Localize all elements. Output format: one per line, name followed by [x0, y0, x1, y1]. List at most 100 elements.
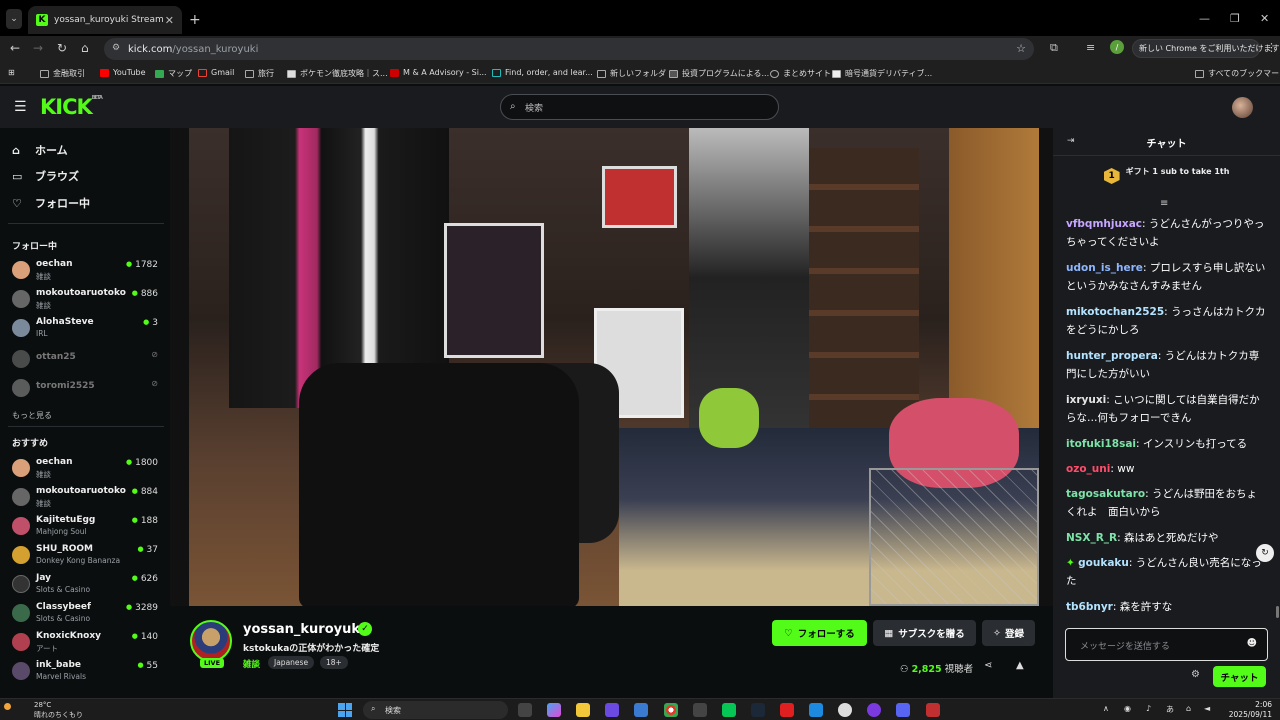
hamburger-menu-icon[interactable]: ☰ [14, 99, 27, 115]
gift-leaderboard[interactable]: 1 ギフト 1 sub to take 1th [1053, 166, 1280, 188]
bookmark-item[interactable]: まとめサイト [770, 68, 831, 79]
bookmark-item[interactable]: Gmail [198, 68, 234, 77]
tray-chevron-icon[interactable]: ∧ [1103, 704, 1109, 713]
kick-logo[interactable]: KICKBETA [40, 95, 103, 119]
bookmark-item[interactable]: 旅行 [245, 68, 274, 79]
new-tab-plus-icon[interactable]: + [189, 12, 201, 28]
recommended-channel[interactable]: KajitetuEggMahjong Soul188 [12, 514, 162, 540]
apps-grid-icon[interactable]: ⊞ [8, 68, 15, 77]
chrome-update-button[interactable]: 新しい Chrome をご利用いただけます [1132, 39, 1279, 58]
volume-icon[interactable]: ◄ [1204, 704, 1210, 713]
sidebar-nav-browse[interactable]: ▭ ブラウズ [12, 168, 79, 184]
youtube-app-icon[interactable] [780, 703, 794, 717]
minimize-icon[interactable]: — [1199, 12, 1210, 25]
user-avatar[interactable] [1232, 97, 1253, 118]
recommended-channel[interactable]: JaySlots & Casino626 [12, 572, 162, 598]
app-icon[interactable] [926, 703, 940, 717]
mail-icon[interactable] [634, 703, 648, 717]
search-input[interactable]: ⌕ 検索 [500, 94, 779, 120]
bookmark-item[interactable]: マップ [155, 68, 192, 79]
tab-search-button[interactable]: ⌄ [6, 9, 22, 29]
gift-sub-button[interactable]: ▦ サブスクを贈る [873, 620, 976, 646]
calculator-icon[interactable] [693, 703, 707, 717]
bookmark-item[interactable]: 暗号通貨デリバティブ... [832, 68, 932, 79]
recommended-channel[interactable]: SHU_ROOMDonkey Kong Bananza37 [12, 543, 162, 569]
recommended-channel[interactable]: mokoutoaruotoko雑談884 [12, 485, 162, 511]
scene-poster [444, 223, 544, 358]
bookmark-item[interactable]: ポケモン徹底攻略｜ス... [287, 68, 388, 79]
taskbar-clock[interactable]: 2:06 2025/09/11 [1222, 700, 1272, 720]
report-warning-icon[interactable]: ▲ [1016, 660, 1024, 671]
recommended-channel[interactable]: ClassybeefSlots & Casino3289 [12, 601, 162, 627]
emoji-icon[interactable]: ☻ [1247, 638, 1257, 649]
app-icon[interactable] [838, 703, 852, 717]
weather-widget[interactable]: 28°C 晴れのちくもり [4, 700, 83, 720]
tab-close-icon[interactable]: ✕ [165, 14, 174, 27]
bookmark-star-icon[interactable]: ☆ [1016, 42, 1026, 55]
chrome-taskbar-icon[interactable] [664, 703, 678, 717]
recommended-channel[interactable]: ink_babeMarvel Rivals55 [12, 659, 162, 685]
all-bookmarks[interactable]: すべてのブックマーク [1195, 68, 1280, 79]
extensions-icon[interactable]: ⧉ [1050, 41, 1058, 55]
following-channel[interactable]: mokoutoaruotoko雑談886 [12, 287, 162, 313]
network-icon[interactable]: ⌂ [1186, 704, 1191, 713]
share-icon[interactable]: ⋖ [984, 660, 992, 671]
see-more-link[interactable]: もっと見る [12, 410, 52, 421]
taskbar-search[interactable]: ⌕ 検索 [363, 701, 508, 719]
bookmark-item[interactable]: Find, order, and lear... [492, 68, 593, 77]
chat-scrollbar[interactable] [1276, 606, 1279, 618]
edge-icon[interactable] [809, 703, 823, 717]
bookmark-item[interactable]: 金融取引 [40, 68, 85, 79]
task-view-icon[interactable] [518, 703, 532, 717]
microphone-icon[interactable]: ♪ [1146, 704, 1151, 713]
copilot-icon[interactable] [547, 703, 561, 717]
reload-icon[interactable]: ↻ [57, 41, 67, 55]
following-channel-offline[interactable]: ottan25 ⊘ [12, 347, 162, 373]
browser-tab-active[interactable]: K yossan_kuroyuki Stream - Watc ✕ [28, 6, 182, 34]
recommended-channel[interactable]: oechan雑談1800 [12, 456, 162, 482]
send-chat-button[interactable]: チャット [1213, 666, 1266, 687]
follow-button[interactable]: ♡ フォローする [772, 620, 867, 646]
bookmark-item[interactable]: 新しいフォルダ [597, 68, 666, 79]
sidebar-nav-following[interactable]: ♡ フォロー中 [12, 195, 90, 211]
site-info-icon[interactable]: ⚙ [112, 43, 120, 53]
stream-category[interactable]: 雑談 [243, 658, 260, 670]
pinned-filter-icon[interactable]: ≡ [1160, 198, 1168, 209]
bookmark-item[interactable]: YouTube [100, 68, 146, 77]
restore-icon[interactable]: ❐ [1230, 12, 1240, 25]
chrome-menu-icon[interactable]: ⋮ [1266, 41, 1277, 54]
address-bar[interactable]: ⚙ kick.com/yossan_kuroyuki ☆ [104, 38, 1034, 60]
ime-indicator[interactable]: あ [1166, 704, 1174, 715]
file-explorer-icon[interactable] [576, 703, 590, 717]
subscribe-button[interactable]: ✧ 登録 [982, 620, 1035, 646]
chat-message-input[interactable]: メッセージを送信する ☻ [1065, 628, 1268, 661]
recommended-channel[interactable]: KnoxicKnoxyアート140 [12, 630, 162, 656]
windows-start-icon[interactable] [338, 703, 352, 717]
discord-icon[interactable] [896, 703, 910, 717]
profile-avatar[interactable]: / [1110, 40, 1124, 54]
chat-settings-gear-icon[interactable]: ⚙ [1191, 669, 1200, 680]
streamer-avatar[interactable] [190, 620, 232, 662]
line-icon[interactable] [722, 703, 736, 717]
tray-app-icon[interactable]: ◉ [1124, 704, 1131, 713]
window-close-icon[interactable]: ✕ [1260, 12, 1269, 25]
browse-icon: ▭ [12, 169, 23, 183]
back-arrow-icon[interactable]: ← [10, 41, 20, 55]
streamer-name[interactable]: yossan_kuroyuki [243, 622, 364, 637]
home-icon[interactable]: ⌂ [81, 41, 89, 55]
media-control-icon[interactable]: ≡ [1086, 41, 1095, 54]
scroll-to-bottom-icon[interactable]: ↻ [1256, 544, 1274, 562]
forward-arrow-icon[interactable]: → [33, 41, 43, 55]
steam-icon[interactable] [751, 703, 765, 717]
following-channel[interactable]: oechan雑談1782 [12, 258, 162, 284]
video-player[interactable] [170, 128, 1053, 606]
sidebar-nav-home[interactable]: ⌂ ホーム [12, 142, 68, 158]
bookmark-item[interactable]: M & A Advisory - Si... [390, 68, 487, 77]
app-icon[interactable] [867, 703, 881, 717]
following-channel-offline[interactable]: toromi2525 ⊘ [12, 376, 162, 402]
bookmark-item[interactable]: 投資プログラムによる... [669, 68, 769, 79]
teams-icon[interactable] [605, 703, 619, 717]
stream-tag[interactable]: 18+ [320, 656, 348, 669]
stream-tag[interactable]: Japanese [268, 656, 315, 669]
following-channel[interactable]: AlohaSteveIRL3 [12, 316, 162, 342]
